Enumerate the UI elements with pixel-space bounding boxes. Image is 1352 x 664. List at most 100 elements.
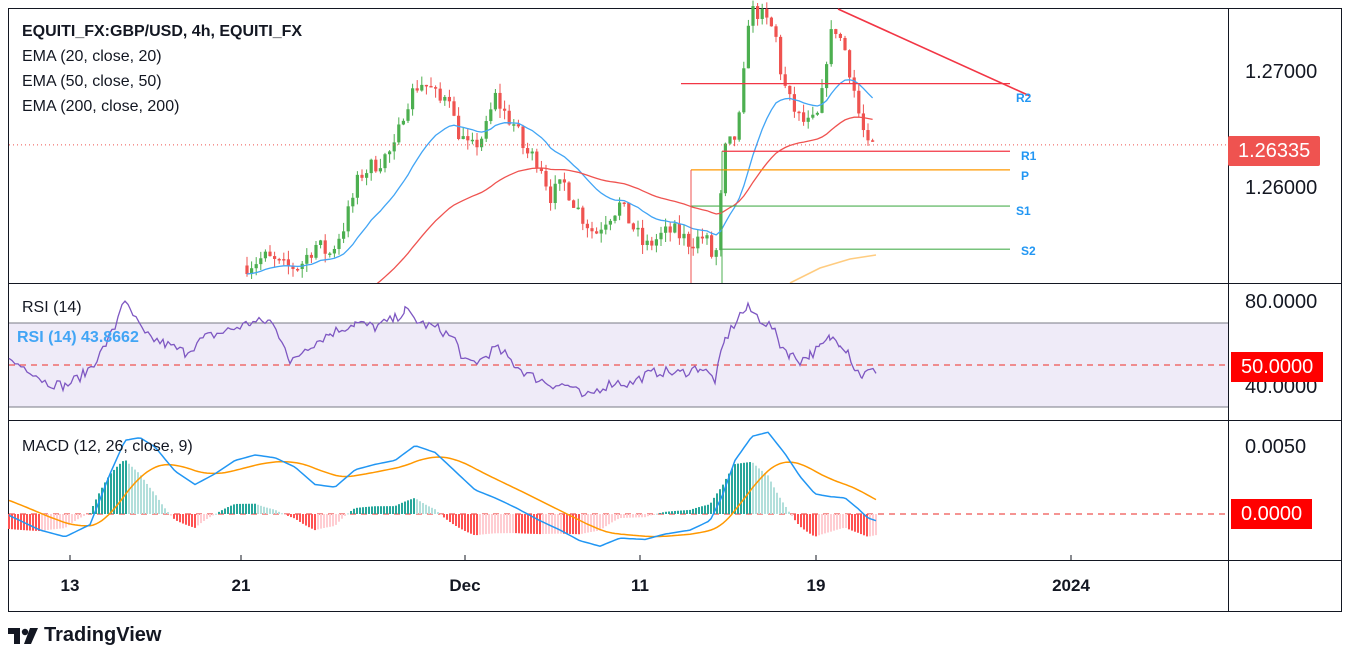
candle-body: [461, 136, 465, 140]
candle-body: [636, 227, 640, 230]
macd-histogram-bar: [344, 514, 346, 516]
candle-body: [705, 235, 709, 239]
candle-body: [622, 202, 626, 205]
candle-body: [558, 179, 562, 184]
candle-body: [319, 240, 323, 245]
macd-histogram-bar: [431, 507, 433, 514]
chart-stage[interactable]: EQUITI_FX:GBP/USD, 4h, EQUITI_FX EMA (20…: [0, 0, 1352, 659]
macd-histogram-bar: [848, 514, 850, 530]
ema20-legend[interactable]: EMA (20, close, 20): [22, 48, 162, 66]
candle-body: [843, 37, 847, 51]
candle-body: [309, 254, 313, 258]
macd-histogram-bar: [833, 514, 835, 531]
ema20-line: [246, 79, 874, 275]
macd-histogram-bar: [662, 512, 664, 514]
candle-body: [811, 114, 815, 118]
candle-body: [273, 256, 277, 259]
macd-histogram-bar: [773, 487, 775, 514]
macd-histogram-bar: [362, 507, 364, 514]
macd-histogram-bar: [251, 503, 253, 514]
candle-body: [585, 223, 589, 229]
macd-histogram-bar: [776, 492, 778, 514]
macd-histogram-bar: [194, 514, 196, 528]
macd-histogram-bar: [83, 514, 85, 516]
candle-body: [797, 111, 801, 114]
candle-body: [254, 264, 258, 269]
chart-svg[interactable]: [0, 0, 1352, 659]
macd-histogram-bar: [56, 514, 58, 529]
macd-histogram-bar: [368, 506, 370, 514]
macd-histogram-bar: [455, 514, 457, 526]
macd-histogram-bar: [119, 463, 121, 514]
macd-histogram-bar: [845, 514, 847, 529]
macd-histogram-bar: [803, 514, 805, 530]
macd-histogram-bar: [311, 514, 313, 529]
candle-body: [599, 229, 603, 234]
candle-body: [549, 186, 553, 204]
tradingview-logo[interactable]: TradingView: [8, 624, 161, 647]
candle-body: [806, 117, 810, 122]
macd-histogram-bar: [722, 484, 724, 514]
candle-body: [682, 233, 686, 239]
macd-histogram-bar: [398, 504, 400, 514]
candle-body: [696, 236, 700, 249]
macd-histogram-bar: [191, 514, 193, 527]
candle-body: [562, 179, 566, 183]
macd-histogram-bar: [197, 514, 199, 526]
macd-histogram-bar: [659, 512, 661, 514]
date-tick-21: 21: [231, 576, 251, 595]
macd-histogram-bar: [158, 499, 160, 514]
resistance-trendline: [837, 8, 1031, 97]
macd-histogram-bar: [131, 466, 133, 514]
candle-body: [526, 148, 530, 154]
candle-body: [567, 182, 571, 201]
rsi-title[interactable]: RSI (14): [22, 299, 82, 317]
macd-histogram-bar: [278, 511, 280, 514]
macd-histogram-bar: [356, 507, 358, 514]
macd-histogram-bar: [860, 514, 862, 535]
candle-body: [447, 96, 451, 102]
macd-histogram-bar: [464, 514, 466, 531]
macd-histogram-bar: [869, 514, 871, 537]
macd-histogram-bar: [488, 514, 490, 534]
candle-body: [305, 254, 309, 264]
macd-histogram-bar: [527, 514, 529, 534]
candle-body: [332, 248, 336, 254]
symbol-title[interactable]: EQUITI_FX:GBP/USD, 4h, EQUITI_FX: [22, 23, 302, 41]
macd-histogram-bar: [272, 509, 274, 514]
macd-histogram-bar: [500, 514, 502, 534]
candle-body: [751, 6, 755, 26]
macd-title[interactable]: MACD (12, 26, close, 9): [22, 438, 193, 456]
macd-histogram-bar: [188, 514, 190, 526]
candle-body: [631, 223, 635, 230]
date-tick-11: 11: [631, 576, 649, 595]
candle-body: [581, 207, 585, 224]
macd-histogram-bar: [677, 510, 679, 514]
macd-histogram-bar: [287, 514, 289, 516]
candle-body: [710, 235, 714, 257]
macd-histogram-bar: [407, 500, 409, 514]
macd-histogram-bar: [74, 514, 76, 522]
macd-histogram-bar: [401, 502, 403, 514]
macd-histogram-bar: [806, 514, 808, 532]
date-tick-dec: Dec: [449, 576, 481, 595]
candle-body: [512, 124, 516, 126]
macd-histogram-bar: [755, 465, 757, 514]
macd-histogram-bar: [26, 514, 28, 531]
macd-histogram-bar: [305, 514, 307, 526]
candle-body: [728, 136, 732, 144]
macd-histogram-bar: [620, 514, 622, 519]
macd-histogram-bar: [839, 514, 841, 529]
macd-histogram-bar: [44, 514, 46, 531]
macd-histogram-bar: [374, 506, 376, 514]
macd-histogram-bar: [734, 464, 736, 514]
ema50-legend[interactable]: EMA (50, close, 50): [22, 73, 162, 91]
macd-histogram-bar: [110, 473, 112, 514]
ema200-legend[interactable]: EMA (200, close, 200): [22, 98, 179, 116]
candle-body: [788, 85, 792, 95]
macd-histogram-bar: [656, 513, 658, 515]
macd-histogram-bar: [743, 462, 745, 514]
macd-histogram-bar: [149, 487, 151, 514]
macd-histogram-bar: [152, 491, 154, 514]
macd-histogram-bar: [692, 508, 694, 514]
